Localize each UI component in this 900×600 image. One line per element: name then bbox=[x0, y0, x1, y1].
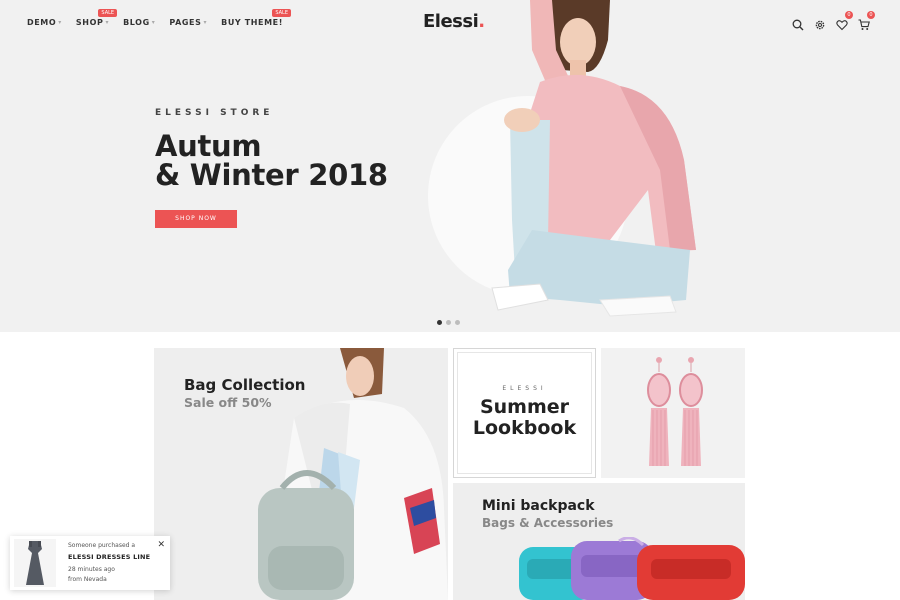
lookbook-eyebrow: ELESSI bbox=[502, 385, 547, 392]
hero-title-line-2: & Winter 2018 bbox=[155, 158, 388, 192]
lookbook-title: Summer Lookbook bbox=[454, 397, 595, 439]
nav-item-buy-theme[interactable]: BUY THEME! SALE bbox=[221, 9, 291, 27]
banner-summer-lookbook[interactable]: ELESSI Summer Lookbook bbox=[453, 348, 596, 478]
sale-badge: SALE bbox=[98, 9, 118, 17]
logo-dot: . bbox=[478, 11, 485, 32]
nav-item-pages[interactable]: PAGES ▾ bbox=[169, 18, 207, 27]
hero-title: Autum & Winter 2018 bbox=[155, 132, 388, 190]
toast-location: from Nevada bbox=[68, 576, 107, 583]
nav-item-label: BLOG bbox=[123, 18, 150, 27]
nav-item-label: BUY THEME! bbox=[221, 18, 283, 27]
banner-subtitle: Sale off 50% bbox=[184, 395, 272, 410]
close-icon[interactable]: ✕ bbox=[157, 540, 165, 550]
wishlist-count: 0 bbox=[845, 11, 853, 19]
product-thumbnail bbox=[14, 539, 56, 587]
banner-bag-collection[interactable]: Bag Collection Sale off 50% bbox=[154, 348, 448, 600]
nav-item-blog[interactable]: BLOG ▾ bbox=[123, 18, 155, 27]
banner-subtitle: Bags & Accessories bbox=[482, 516, 614, 530]
nav-item-label: SHOP bbox=[75, 18, 104, 27]
hero-slider: ELESSI STORE Autum & Winter 2018 SHOP NO… bbox=[0, 0, 900, 332]
chevron-down-icon: ▾ bbox=[203, 19, 208, 26]
earrings-image bbox=[647, 357, 703, 466]
hero-eyebrow: ELESSI STORE bbox=[155, 108, 274, 118]
nav-item-shop[interactable]: SHOP ▾ SALE bbox=[75, 9, 118, 27]
hero-model-image bbox=[491, 0, 696, 317]
banner-title: Bag Collection bbox=[184, 376, 306, 394]
cart-icon[interactable]: 0 bbox=[858, 11, 875, 30]
site-logo[interactable]: Elessi. bbox=[423, 11, 485, 32]
backpacks-image bbox=[519, 537, 745, 600]
banner-earrings[interactable] bbox=[601, 348, 745, 478]
chevron-down-icon: ▾ bbox=[58, 19, 62, 26]
heart-icon[interactable]: 0 bbox=[836, 11, 853, 31]
gear-icon[interactable] bbox=[814, 16, 826, 30]
nav-item-label: PAGES bbox=[169, 18, 202, 27]
page: ELESSI STORE Autum & Winter 2018 SHOP NO… bbox=[0, 0, 900, 600]
slider-dot-2[interactable] bbox=[446, 320, 451, 325]
search-icon[interactable] bbox=[792, 16, 804, 31]
site-header: DEMO ▾ SHOP ▾ SALE BLOG ▾ PAGES ▾ BUY TH… bbox=[0, 0, 900, 46]
toast-time: 28 minutes ago bbox=[68, 566, 115, 573]
shop-now-button[interactable]: SHOP NOW bbox=[155, 210, 237, 228]
nav-item-label: DEMO bbox=[27, 18, 57, 27]
slider-dot-3[interactable] bbox=[455, 320, 460, 325]
sale-badge: SALE bbox=[272, 9, 291, 17]
hero-title-line-1: Autum bbox=[155, 129, 262, 163]
header-actions: 0 0 bbox=[792, 11, 875, 31]
chevron-down-icon: ▾ bbox=[151, 19, 156, 26]
recent-purchase-toast[interactable]: Someone purchased a ELESSI DRESSES LINE … bbox=[10, 536, 170, 590]
toast-product-name[interactable]: ELESSI DRESSES LINE bbox=[68, 553, 150, 561]
banner-title: Mini backpack bbox=[482, 498, 595, 514]
nav-item-demo[interactable]: DEMO ▾ bbox=[27, 18, 62, 27]
cart-count: 0 bbox=[867, 11, 875, 19]
main-nav: DEMO ▾ SHOP ▾ SALE BLOG ▾ PAGES ▾ BUY TH… bbox=[27, 9, 291, 27]
toast-message: Someone purchased a bbox=[68, 542, 136, 549]
lookbook-title-line-1: Summer bbox=[479, 396, 570, 418]
logo-text: Elessi bbox=[423, 11, 479, 32]
banner-mini-backpack[interactable]: Mini backpack Bags & Accessories bbox=[453, 483, 745, 600]
slider-dots bbox=[437, 320, 460, 325]
chevron-down-icon: ▾ bbox=[105, 19, 110, 26]
lookbook-title-line-2: Lookbook bbox=[472, 417, 577, 439]
slider-dot-1[interactable] bbox=[437, 320, 442, 325]
